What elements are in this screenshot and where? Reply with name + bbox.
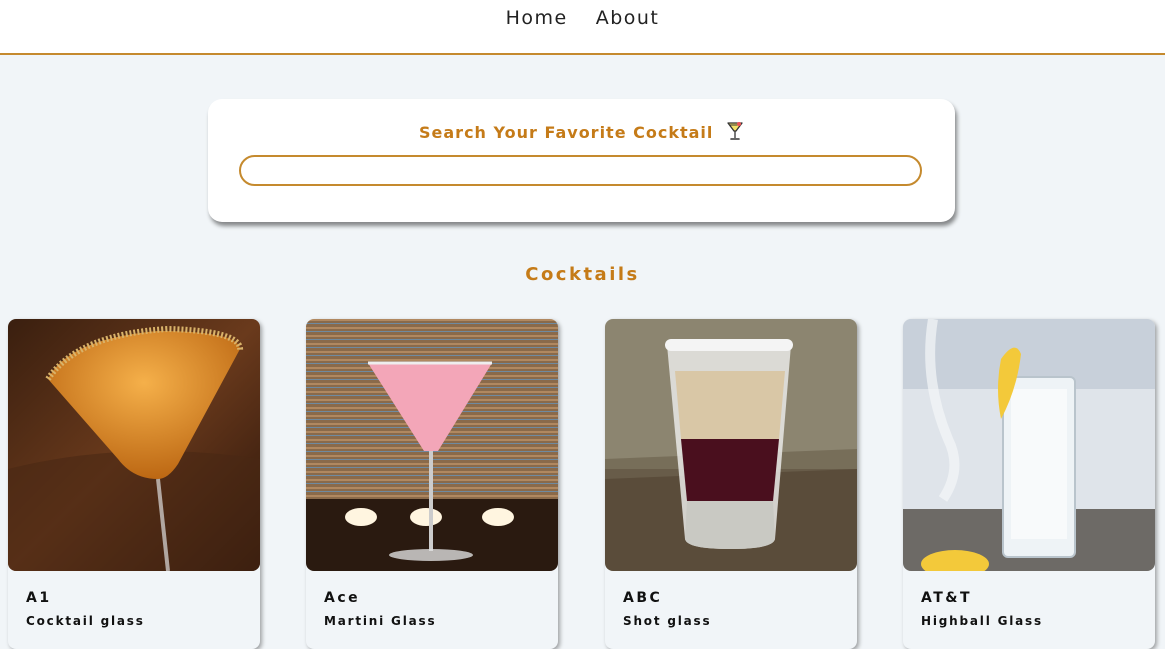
- nav-about-link[interactable]: About: [596, 7, 660, 29]
- cocktail-glass-type: Shot glass: [623, 614, 712, 628]
- tropical-drink-icon: [726, 121, 744, 145]
- cocktail-name: A1: [26, 590, 52, 606]
- cocktail-card[interactable]: AT&T Highball Glass: [903, 319, 1155, 649]
- cocktail-glass-type: Martini Glass: [324, 614, 437, 628]
- search-title-row: Search Your Favorite Cocktail: [208, 121, 955, 145]
- cocktail-name: AT&T: [921, 590, 973, 606]
- search-input[interactable]: [239, 155, 922, 186]
- cocktail-image: [8, 319, 260, 571]
- cocktail-name: ABC: [623, 590, 663, 606]
- cocktail-card[interactable]: A1 Cocktail glass: [8, 319, 260, 649]
- cocktail-card[interactable]: Ace Martini Glass: [306, 319, 558, 649]
- cocktail-glass-type: Cocktail glass: [26, 614, 145, 628]
- cocktail-name: Ace: [324, 590, 361, 606]
- search-card: Search Your Favorite Cocktail: [208, 99, 955, 222]
- nav-home-link[interactable]: Home: [506, 7, 568, 29]
- cocktail-image: [605, 319, 857, 571]
- cocktail-card[interactable]: ABC Shot glass: [605, 319, 857, 649]
- search-title: Search Your Favorite Cocktail: [419, 123, 714, 142]
- cocktail-glass-type: Highball Glass: [921, 614, 1043, 628]
- cocktail-image: [903, 319, 1155, 571]
- cocktail-image: [306, 319, 558, 571]
- section-title: Cocktails: [525, 264, 640, 285]
- navbar: Home About: [0, 0, 1165, 55]
